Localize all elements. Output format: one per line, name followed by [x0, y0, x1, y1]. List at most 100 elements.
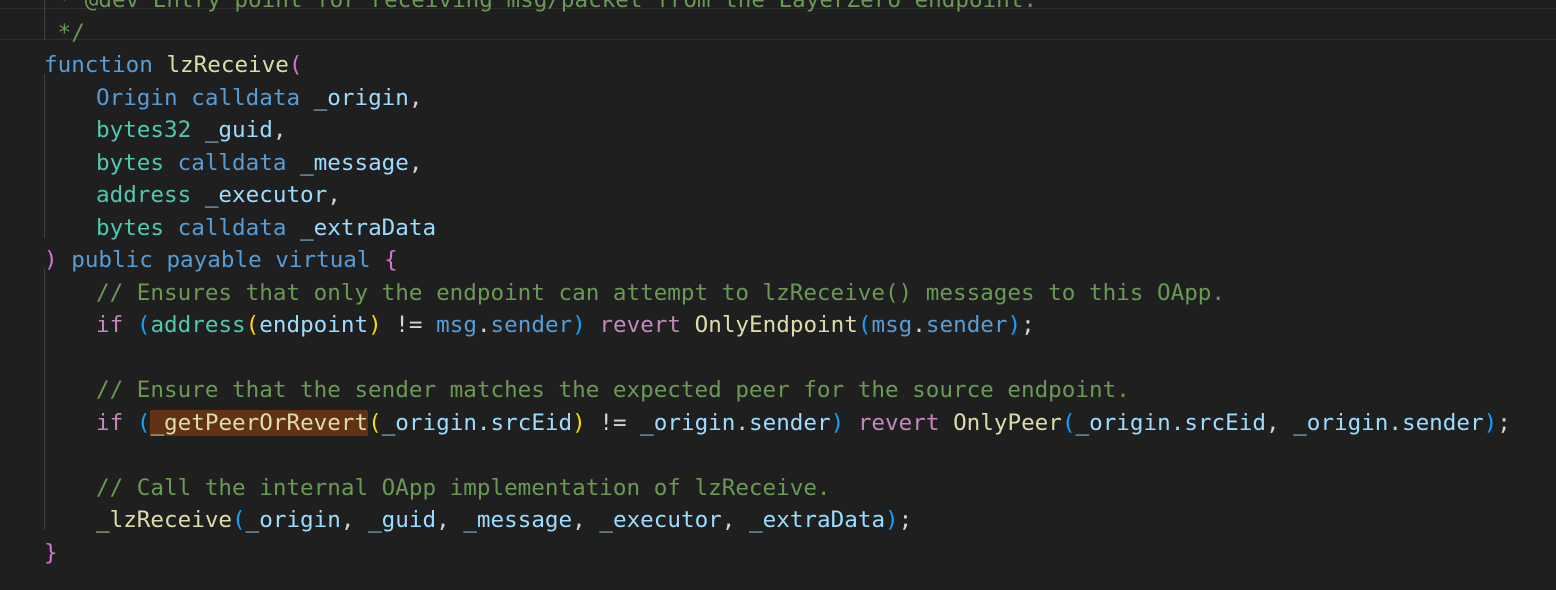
code-token: , [327, 182, 341, 208]
code-token: ( [288, 52, 303, 78]
code-token: .sender [735, 409, 831, 436]
code-token: bytes32 [96, 117, 192, 143]
code-token: _message [463, 507, 573, 533]
code-token: . [476, 312, 491, 338]
code-token: ; [898, 507, 913, 533]
code-token: } [44, 539, 58, 566]
code-token: . [912, 312, 926, 338]
code-token: calldata [177, 214, 287, 241]
code-token: address [150, 312, 246, 338]
code-token: _origin [1293, 409, 1389, 436]
code-token: _origin [245, 507, 341, 533]
code-token: OnlyPeer [953, 409, 1062, 436]
code-token: msg [436, 312, 477, 338]
code-token: ( [857, 312, 872, 338]
code-token: _executor [599, 507, 722, 533]
code-token: public [71, 247, 153, 273]
code-token: revert [857, 409, 940, 436]
code-line: _lzReceive(_origin, _guid, _message, _ex… [0, 504, 1556, 536]
code-token: endpoint [259, 312, 369, 338]
code-token: calldata [177, 149, 287, 176]
code-token: , [408, 84, 423, 111]
code-token: lzReceive [166, 52, 289, 78]
code-token: // Ensures that only the endpoint can at… [96, 279, 1226, 306]
code-token: sender [490, 312, 573, 338]
code-token: ( [136, 409, 151, 436]
code-line: Origin calldata _origin, [0, 82, 1556, 114]
code-token: _origin [381, 409, 477, 436]
code-token: calldata [191, 84, 301, 111]
code-token: if [96, 312, 124, 338]
code-token: _guid [204, 117, 273, 143]
code-token: address [96, 182, 192, 208]
code-token: Origin [96, 84, 178, 111]
code-token: ) [572, 409, 586, 436]
code-token: _origin [313, 84, 409, 111]
code-line: bytes calldata _message, [0, 147, 1556, 179]
code-token: .srcEid [476, 409, 573, 436]
code-token: sender [925, 312, 1008, 338]
code-token: ; [1021, 312, 1035, 338]
code-line: // Call the internal OApp implementation… [0, 472, 1556, 504]
code-token: .sender [1388, 409, 1484, 436]
code-token: , [436, 507, 464, 533]
code-token: _lzReceive [96, 507, 233, 533]
code-line: } [0, 537, 1556, 569]
code-token: bytes [96, 149, 165, 176]
code-line: ) public payable virtual { [0, 244, 1556, 276]
code-token: // Ensure that the sender matches the ex… [96, 377, 1130, 403]
code-line: if (address(endpoint) != msg.sender) rev… [0, 309, 1556, 341]
code-token: != [585, 409, 641, 436]
code-token: , [408, 149, 423, 176]
code-token: function [44, 52, 153, 78]
code-token: _extraData [300, 214, 437, 241]
code-token: OnlyEndpoint [694, 312, 858, 338]
code-token: _origin [1075, 409, 1171, 436]
code-line: // Ensure that the sender matches the ex… [0, 374, 1556, 406]
code-token: .srcEid [1170, 409, 1266, 436]
code-token: _extraData [749, 507, 886, 533]
code-token: // Call the internal OApp implementation… [96, 474, 831, 501]
code-token: revert [599, 312, 682, 338]
code-token: _executor [204, 182, 328, 208]
code-token: _origin [640, 409, 736, 436]
code-token: virtual [275, 247, 371, 273]
code-line: * @dev Entry point for receiving msg/pac… [0, 0, 1556, 16]
code-token: ; [1497, 409, 1511, 436]
code-token: ) [885, 507, 899, 533]
code-token: ( [368, 409, 382, 436]
code-token: ) [1483, 409, 1498, 436]
code-token: ( [136, 312, 151, 338]
code-editor[interactable]: * @dev Entry point for receiving msg/pac… [0, 0, 1556, 590]
code-line: bytes calldata _extraData [0, 212, 1556, 244]
code-token: payable [166, 247, 262, 273]
code-token: ( [245, 312, 260, 338]
code-token: { [384, 247, 398, 273]
code-token: ) [572, 312, 586, 338]
code-token: ) [368, 312, 382, 338]
search-match-token: _getPeerOrRevert [150, 409, 369, 436]
code-token: if [96, 409, 124, 436]
code-token: msg [871, 312, 913, 338]
code-token: , [340, 507, 369, 533]
code-token: bytes [96, 214, 165, 241]
code-token: _message [300, 149, 409, 176]
code-line: address _executor, [0, 179, 1556, 211]
code-line: */ [0, 17, 1556, 49]
